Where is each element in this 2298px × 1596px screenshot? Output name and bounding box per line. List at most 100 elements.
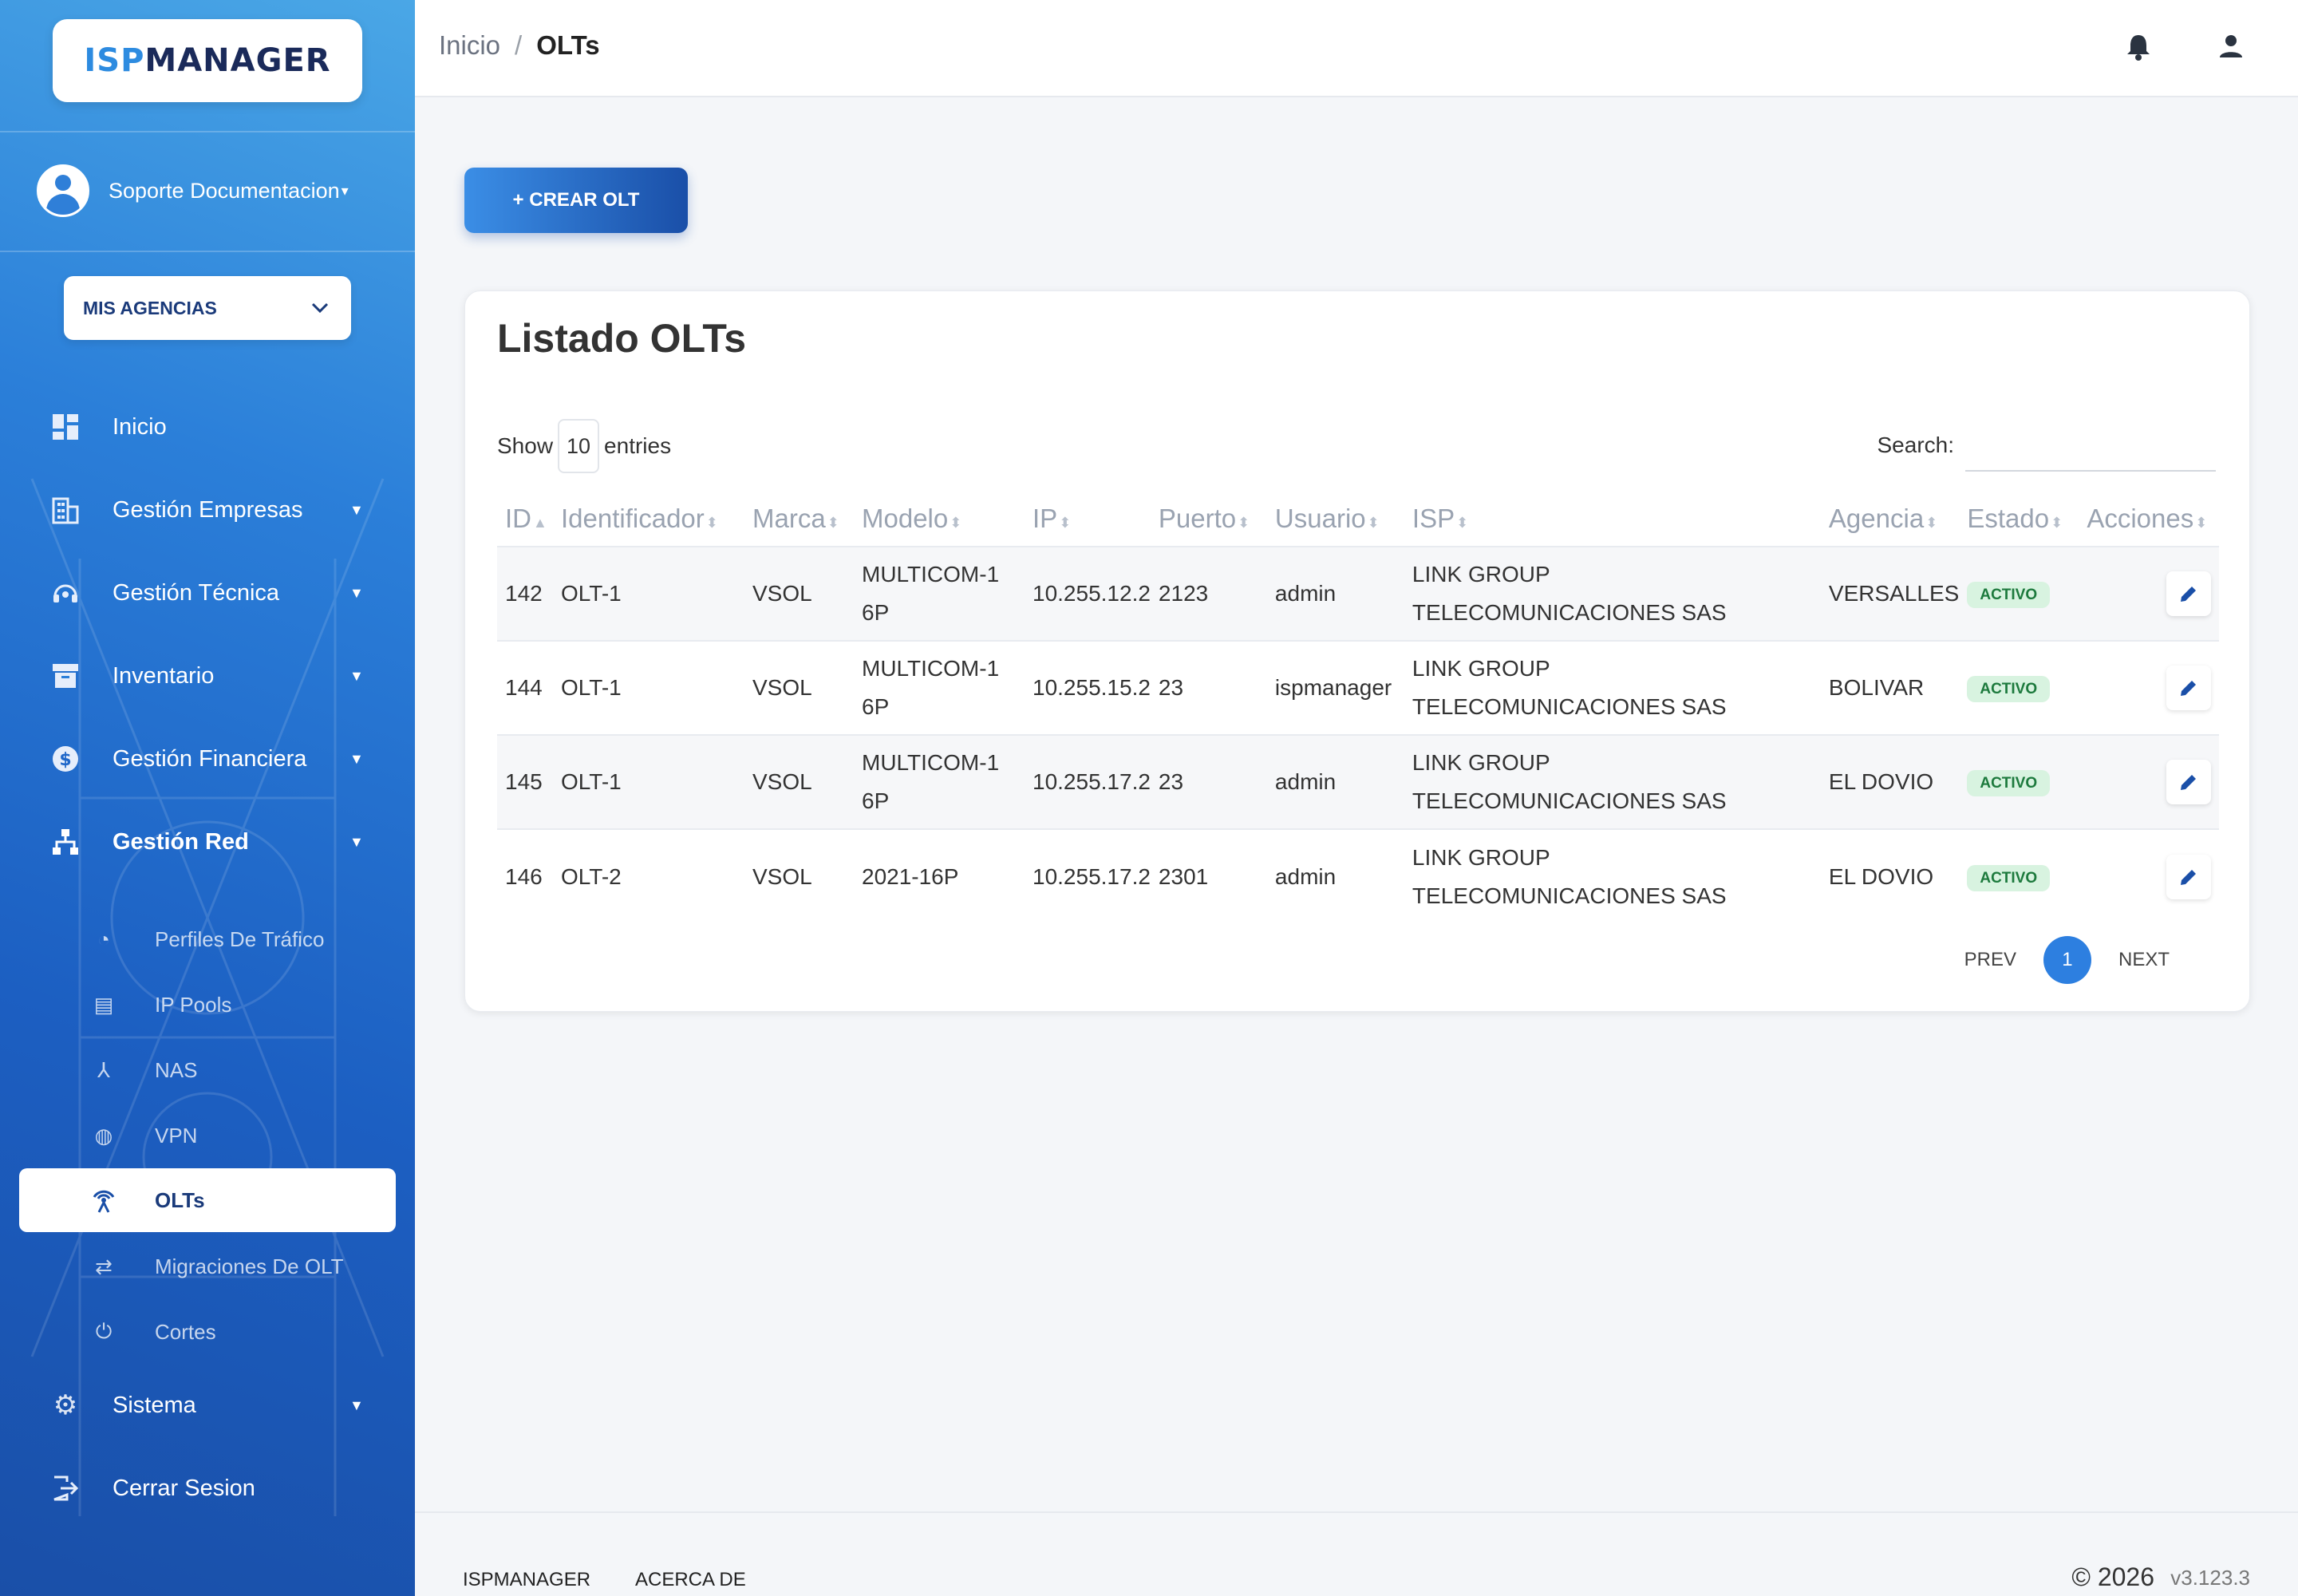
subnav-item-olts[interactable]: OLTs	[19, 1168, 396, 1232]
column-header-acciones[interactable]: Acciones ⬍	[2079, 491, 2219, 547]
cell-acciones	[2079, 734, 2219, 829]
nav-item-inicio[interactable]: Inicio	[0, 399, 415, 455]
cell-usuario: admin	[1266, 734, 1404, 829]
power-off-icon: ⏻	[95, 1319, 113, 1343]
subnav-item-migraciones-de-olt[interactable]: ⇄ Migraciones De OLT	[0, 1238, 415, 1294]
pagination-prev[interactable]: PREV	[1964, 949, 2016, 971]
sort-icon: ⬍	[1925, 514, 1938, 531]
cell-isp: LINK GROUP TELECOMUNICACIONES SAS	[1404, 734, 1821, 829]
breadcrumb: Inicio / OLTs	[439, 30, 600, 61]
nav-item-label: Cerrar Sesion	[113, 1475, 255, 1501]
nav-item-cerrar-sesion[interactable]: Cerrar Sesion	[0, 1460, 415, 1516]
cell-isp: LINK GROUP TELECOMUNICACIONES SAS	[1404, 640, 1821, 735]
cell-isp: LINK GROUP TELECOMUNICACIONES SAS	[1404, 828, 1821, 923]
column-header-marca[interactable]: Marca ⬍	[744, 491, 854, 547]
caret-down-icon: ▼	[349, 584, 364, 601]
footer: ISPMANAGER ACERCA DE © 2026 v3.123.3	[415, 1511, 2298, 1596]
column-header-isp[interactable]: ISP ⬍	[1404, 491, 1821, 547]
column-header-estado[interactable]: Estado ⬍	[1959, 491, 2079, 547]
subnav-item-label: NAS	[155, 1057, 198, 1082]
subnav-item-cortes[interactable]: ⏻ Cortes	[0, 1304, 415, 1360]
cell-agencia: EL DOVIO	[1820, 734, 1960, 829]
logo-part-manager: MANAGER	[144, 42, 331, 79]
edit-button[interactable]	[2166, 571, 2212, 616]
column-header-agencia[interactable]: Agencia ⬍	[1821, 491, 1959, 547]
subnav-item-perfiles-de-trafico[interactable]: ◔ Perfiles De Tráfico	[0, 911, 415, 967]
search-input[interactable]	[1965, 419, 2216, 472]
antenna-icon	[89, 1186, 118, 1215]
footer-copyright: © 2026	[2071, 1562, 2154, 1591]
cell-marca: VSOL	[744, 828, 854, 923]
edit-button[interactable]	[2166, 854, 2212, 899]
column-header-ip[interactable]: IP ⬍	[1025, 491, 1151, 547]
caret-down-icon: ▼	[349, 833, 364, 850]
brand-logo[interactable]: ISP MANAGER	[53, 19, 362, 102]
footer-link-ispmanager[interactable]: ISPMANAGER	[463, 1569, 590, 1591]
cell-usuario: ispmanager	[1266, 640, 1404, 735]
nav-item-label: Inventario	[113, 662, 215, 689]
column-header-puerto[interactable]: Puerto ⬍	[1151, 491, 1267, 547]
column-header-identificador[interactable]: Identificador ⬍	[553, 491, 744, 547]
vpn-globe-icon: ◍	[94, 1123, 113, 1148]
subnav-item-ip-pools[interactable]: ▤ IP Pools	[0, 977, 415, 1033]
sort-icon: ⬍	[1367, 514, 1380, 531]
cell-marca: VSOL	[744, 640, 854, 735]
agency-selector[interactable]: MIS AGENCIAS	[64, 276, 351, 340]
cell-estado: ACTIVO	[1959, 546, 2079, 641]
pencil-icon	[2181, 775, 2197, 790]
cell-modelo: 2021-16P	[854, 828, 1025, 923]
nav-item-sistema[interactable]: ⚙ Sistema ▼	[0, 1377, 415, 1433]
column-header-usuario[interactable]: Usuario ⬍	[1267, 491, 1404, 547]
caret-down-icon: ▾	[341, 182, 349, 199]
subnav-item-nas[interactable]: ⅄ NAS	[0, 1042, 415, 1098]
cell-marca: VSOL	[744, 546, 854, 641]
card-title: Listado OLTs	[497, 316, 747, 361]
agency-selector-label: MIS AGENCIAS	[83, 297, 217, 318]
storage-icon: ▤	[93, 992, 114, 1017]
pagination-next[interactable]: NEXT	[2118, 949, 2170, 971]
edit-button[interactable]	[2166, 760, 2212, 804]
cell-modelo: MULTICOM-16P	[854, 640, 1025, 735]
nav-item-gestion-financiera[interactable]: $ Gestión Financiera ▼	[0, 731, 415, 787]
column-header-modelo[interactable]: Modelo ⬍	[854, 491, 1025, 547]
cell-acciones	[2079, 828, 2219, 923]
column-header-id[interactable]: ID ▲	[497, 491, 553, 547]
footer-link-acerca-de[interactable]: ACERCA DE	[635, 1569, 746, 1591]
cell-marca: VSOL	[744, 734, 854, 829]
sort-icon: ⬍	[1238, 514, 1250, 531]
cell-identificador: OLT-2	[553, 828, 744, 923]
pencil-icon	[2181, 681, 2197, 696]
sort-icon: ⬍	[705, 514, 718, 531]
cell-id: 146	[497, 828, 553, 923]
nav-item-gestion-empresas[interactable]: Gestión Empresas ▼	[0, 482, 415, 538]
dashboard-icon	[49, 411, 81, 443]
building-icon	[49, 494, 81, 526]
subnav-item-label: OLTs	[155, 1187, 205, 1212]
breadcrumb-current: OLTs	[536, 30, 600, 60]
nav-item-gestion-red[interactable]: Gestión Red ▼	[0, 814, 415, 870]
entries-label: entries	[604, 433, 672, 458]
network-icon	[49, 826, 81, 858]
footer-version: v3.123.3	[2170, 1566, 2250, 1590]
sort-icon: ⬍	[1456, 514, 1469, 531]
bell-icon[interactable]	[2122, 30, 2154, 62]
user-menu[interactable]: Soporte Documentacion ▾	[37, 164, 388, 217]
entries-select[interactable]: 10	[558, 419, 600, 473]
logout-icon	[49, 1472, 81, 1504]
pagination-page-current[interactable]: 1	[2043, 936, 2091, 984]
user-icon[interactable]	[2215, 30, 2247, 62]
cell-puerto: 2301	[1150, 828, 1267, 923]
table-row: 144 OLT-1 VSOL MULTICOM-16P 10.255.15.2 …	[497, 640, 2219, 735]
chevron-down-icon	[311, 302, 329, 314]
nav-item-gestion-tecnica[interactable]: Gestión Técnica ▼	[0, 565, 415, 621]
create-olt-button[interactable]: + CREAR OLT	[464, 168, 688, 233]
show-label: Show	[497, 433, 554, 458]
nav-item-inventario[interactable]: Inventario ▼	[0, 648, 415, 704]
subnav-item-vpn[interactable]: ◍ VPN	[0, 1108, 415, 1163]
breadcrumb-home[interactable]: Inicio	[439, 30, 500, 61]
status-badge: ACTIVO	[1967, 770, 2051, 796]
caret-down-icon: ▼	[349, 750, 364, 767]
caret-down-icon: ▼	[349, 1396, 364, 1413]
edit-button[interactable]	[2166, 666, 2212, 710]
nav-item-label: Gestión Empresas	[113, 496, 303, 523]
